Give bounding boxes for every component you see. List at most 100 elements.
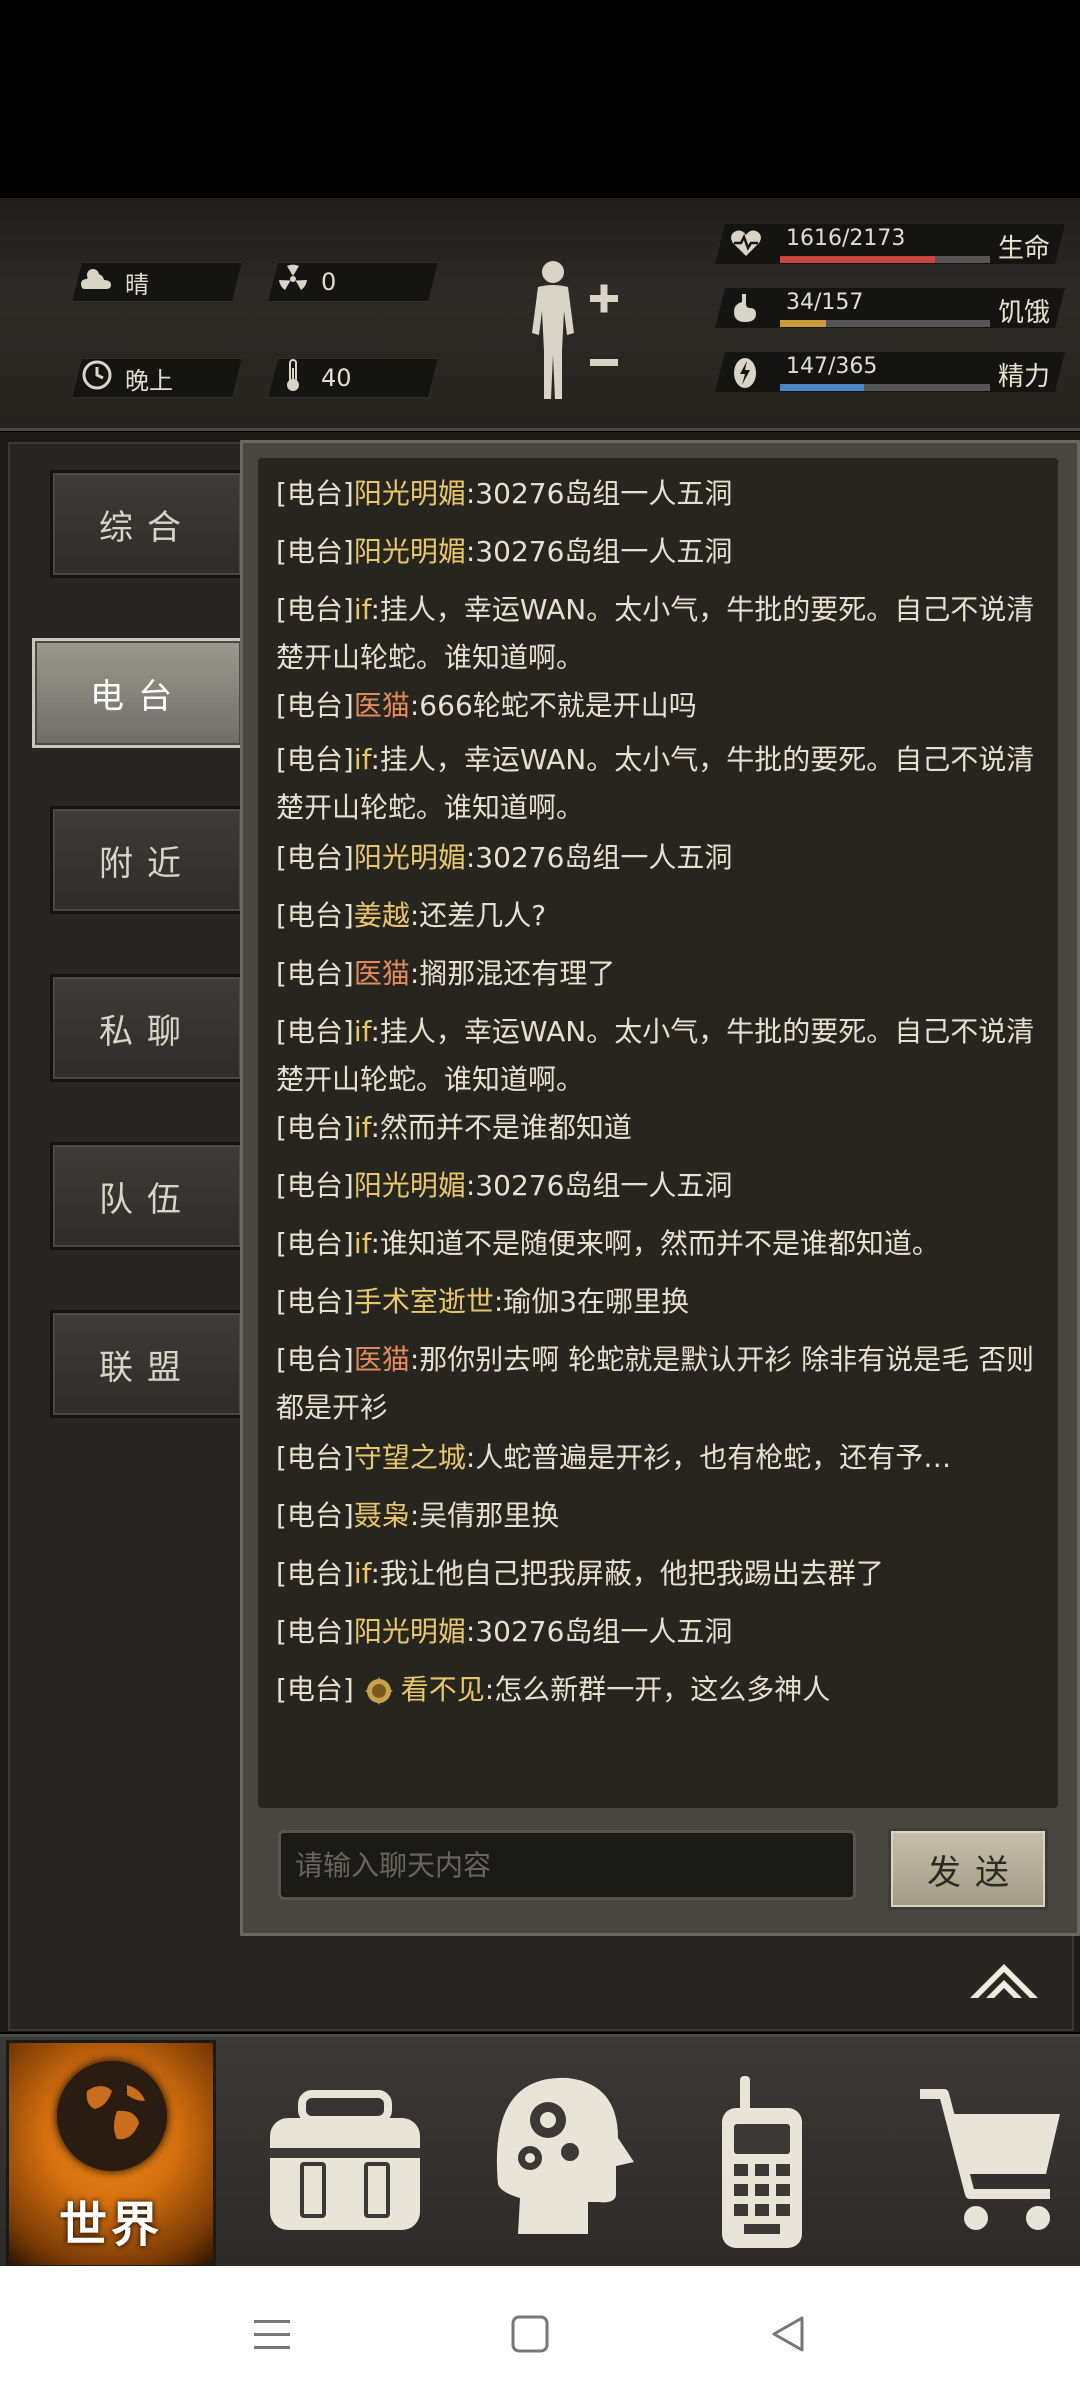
channel-tag: [电台] <box>276 1015 354 1048</box>
channel-tag: [电台] <box>276 1441 354 1474</box>
home-icon[interactable] <box>510 2314 550 2354</box>
chat-message: [电台]if:谁知道不是随便来啊，然而并不是谁都知道。 <box>276 1220 1046 1268</box>
radio-device-icon <box>722 2076 802 2248</box>
back-icon[interactable] <box>768 2314 808 2354</box>
message-text: :挂人，幸运WAN。太小气，牛批的要死。自己不说清楚开山轮蛇。谁知道啊。 <box>276 743 1035 824</box>
channel-tag: [电台] <box>276 1227 354 1260</box>
character-body-button[interactable] <box>520 255 640 405</box>
channel-tag: [电台] <box>276 1285 354 1318</box>
heart-rate-icon <box>730 228 762 260</box>
message-text: :挂人，幸运WAN。太小气，牛批的要死。自己不说清楚开山轮蛇。谁知道啊。 <box>276 593 1035 674</box>
nav-skills[interactable] <box>458 2034 658 2264</box>
channel-tag: [电台] <box>276 743 354 776</box>
channel-tag: [电台] <box>276 1169 354 1202</box>
hunger-stat: 34/157 饥饿 <box>715 288 1065 328</box>
temperature-status: 40 <box>267 358 439 398</box>
sender-name[interactable]: if <box>354 1227 371 1260</box>
sender-name[interactable]: 医猫 <box>354 1343 410 1376</box>
nav-radio[interactable] <box>662 2034 862 2264</box>
sender-name[interactable]: 医猫 <box>354 957 410 990</box>
nav-backpack[interactable] <box>240 2034 440 2264</box>
message-text: :30276岛组一人五洞 <box>465 535 733 568</box>
sender-name[interactable]: 手术室逝世 <box>354 1285 494 1318</box>
send-button[interactable]: 发送 <box>888 1828 1048 1910</box>
sender-name[interactable]: 医猫 <box>354 689 410 722</box>
channel-tag: [电台] <box>276 1673 354 1706</box>
energy-label: 精力 <box>997 362 1050 392</box>
channel-tag: [电台] <box>276 477 354 510</box>
chat-message: [电台]医猫:666轮蛇不就是开山吗 <box>276 682 1046 730</box>
tab-general[interactable]: 综合 <box>50 470 244 578</box>
stomach-icon <box>730 292 762 324</box>
tab-private[interactable]: 私聊 <box>50 974 244 1082</box>
message-text: :30276岛组一人五洞 <box>465 1169 733 1202</box>
collapse-up-icon[interactable] <box>964 1950 1044 2010</box>
radiation-icon <box>273 264 313 301</box>
time-value: 晚上 <box>125 366 173 395</box>
sender-name[interactable]: 阳光明媚 <box>354 1615 466 1648</box>
sender-name[interactable]: if <box>354 593 371 626</box>
channel-tag: [电台] <box>276 1615 354 1648</box>
weather-icon <box>77 265 117 300</box>
thermometer-icon <box>273 358 313 399</box>
chat-message: [电台]if:挂人，幸运WAN。太小气，牛批的要死。自己不说清楚开山轮蛇。谁知道… <box>276 586 1046 682</box>
nav-world[interactable]: 世界 <box>6 2040 216 2268</box>
sender-name[interactable]: if <box>354 743 371 776</box>
health-stat: 1616/2173 生命 <box>715 224 1065 264</box>
sender-name[interactable]: if <box>354 1557 371 1590</box>
chat-message: [电台]医猫:搁那混还有理了 <box>276 950 1046 998</box>
sender-name[interactable]: if <box>354 1015 371 1048</box>
chat-message: [电台] 看不见:怎么新群一开，这么多神人 <box>276 1666 1046 1714</box>
message-text: :挂人，幸运WAN。太小气，牛批的要死。自己不说清楚开山轮蛇。谁知道啊。 <box>276 1015 1035 1096</box>
tab-alliance[interactable]: 联盟 <box>50 1310 244 1418</box>
sender-name[interactable]: 姜越 <box>354 899 410 932</box>
chat-message: [电台]if:挂人，幸运WAN。太小气，牛批的要死。自己不说清楚开山轮蛇。谁知道… <box>276 736 1046 832</box>
chat-message: [电台]阳光明媚:30276岛组一人五洞 <box>276 470 1046 518</box>
nav-shop[interactable] <box>880 2034 1080 2264</box>
sender-name[interactable]: 聂枭 <box>354 1499 410 1532</box>
sender-name[interactable]: 阳光明媚 <box>354 1169 466 1202</box>
rank-emblem-icon <box>364 1677 393 1705</box>
weather-value: 晴 <box>125 270 149 299</box>
channel-tag: [电台] <box>276 957 354 990</box>
sender-name[interactable]: if <box>354 1111 371 1144</box>
chat-message: [电台]阳光明媚:30276岛组一人五洞 <box>276 1608 1046 1656</box>
radiation-status: 0 <box>267 262 439 302</box>
chat-message: [电台]阳光明媚:30276岛组一人五洞 <box>276 528 1046 576</box>
channel-tag: [电台] <box>276 593 354 626</box>
chat-message: [电台]if:挂人，幸运WAN。太小气，牛批的要死。自己不说清楚开山轮蛇。谁知道… <box>276 1008 1046 1104</box>
chat-message: [电台]手术室逝世:瑜伽3在哪里换 <box>276 1278 1046 1326</box>
message-text: :30276岛组一人五洞 <box>465 1615 733 1648</box>
energy-stat: 147/365 精力 <box>715 352 1065 392</box>
channel-tag: [电台] <box>276 1111 354 1144</box>
tab-nearby[interactable]: 附近 <box>50 806 244 914</box>
chat-message: [电台]阳光明媚:30276岛组一人五洞 <box>276 1162 1046 1210</box>
sender-name[interactable]: 看不见 <box>401 1673 485 1706</box>
sender-name[interactable]: 阳光明媚 <box>354 477 466 510</box>
sender-name[interactable]: 阳光明媚 <box>354 841 466 874</box>
sender-name[interactable]: 阳光明媚 <box>354 535 466 568</box>
sender-name[interactable]: 守望之城 <box>354 1441 466 1474</box>
menu-icon[interactable] <box>252 2316 292 2352</box>
chat-message: [电台]if:我让他自己把我屏蔽，他把我踢出去群了 <box>276 1550 1046 1598</box>
temperature-value: 40 <box>321 364 352 392</box>
channel-tag: [电台] <box>276 1343 354 1376</box>
backpack-icon <box>270 2090 420 2230</box>
chat-message: [电台]医猫:那你别去啊 轮蛇就是默认开衫 除非有说是毛 否则都是开衫 <box>276 1336 1046 1432</box>
hunger-label: 饥饿 <box>997 298 1050 328</box>
weather-status: 晴 <box>71 262 243 302</box>
message-text: :还差几人? <box>409 899 547 932</box>
chat-log[interactable]: [电台]阳光明媚:30276岛组一人五洞 [电台]阳光明媚:30276岛组一人五洞… <box>258 458 1058 1808</box>
message-text: :30276岛组一人五洞 <box>465 477 733 510</box>
system-navigation-bar <box>0 2266 1080 2400</box>
message-text: :谁知道不是随便来啊，然而并不是谁都知道。 <box>370 1227 940 1260</box>
channel-tag: [电台] <box>276 841 354 874</box>
chat-input[interactable] <box>278 1830 856 1900</box>
chat-message: [电台]if:然而并不是谁都知道 <box>276 1104 1046 1152</box>
message-text: :怎么新群一开，这么多神人 <box>484 1673 831 1706</box>
tab-radio[interactable]: 电台 <box>32 638 244 748</box>
message-text: :30276岛组一人五洞 <box>465 841 733 874</box>
channel-tag: [电台] <box>276 689 354 722</box>
message-text: :瑜伽3在哪里换 <box>493 1285 690 1318</box>
tab-team[interactable]: 队伍 <box>50 1142 244 1250</box>
